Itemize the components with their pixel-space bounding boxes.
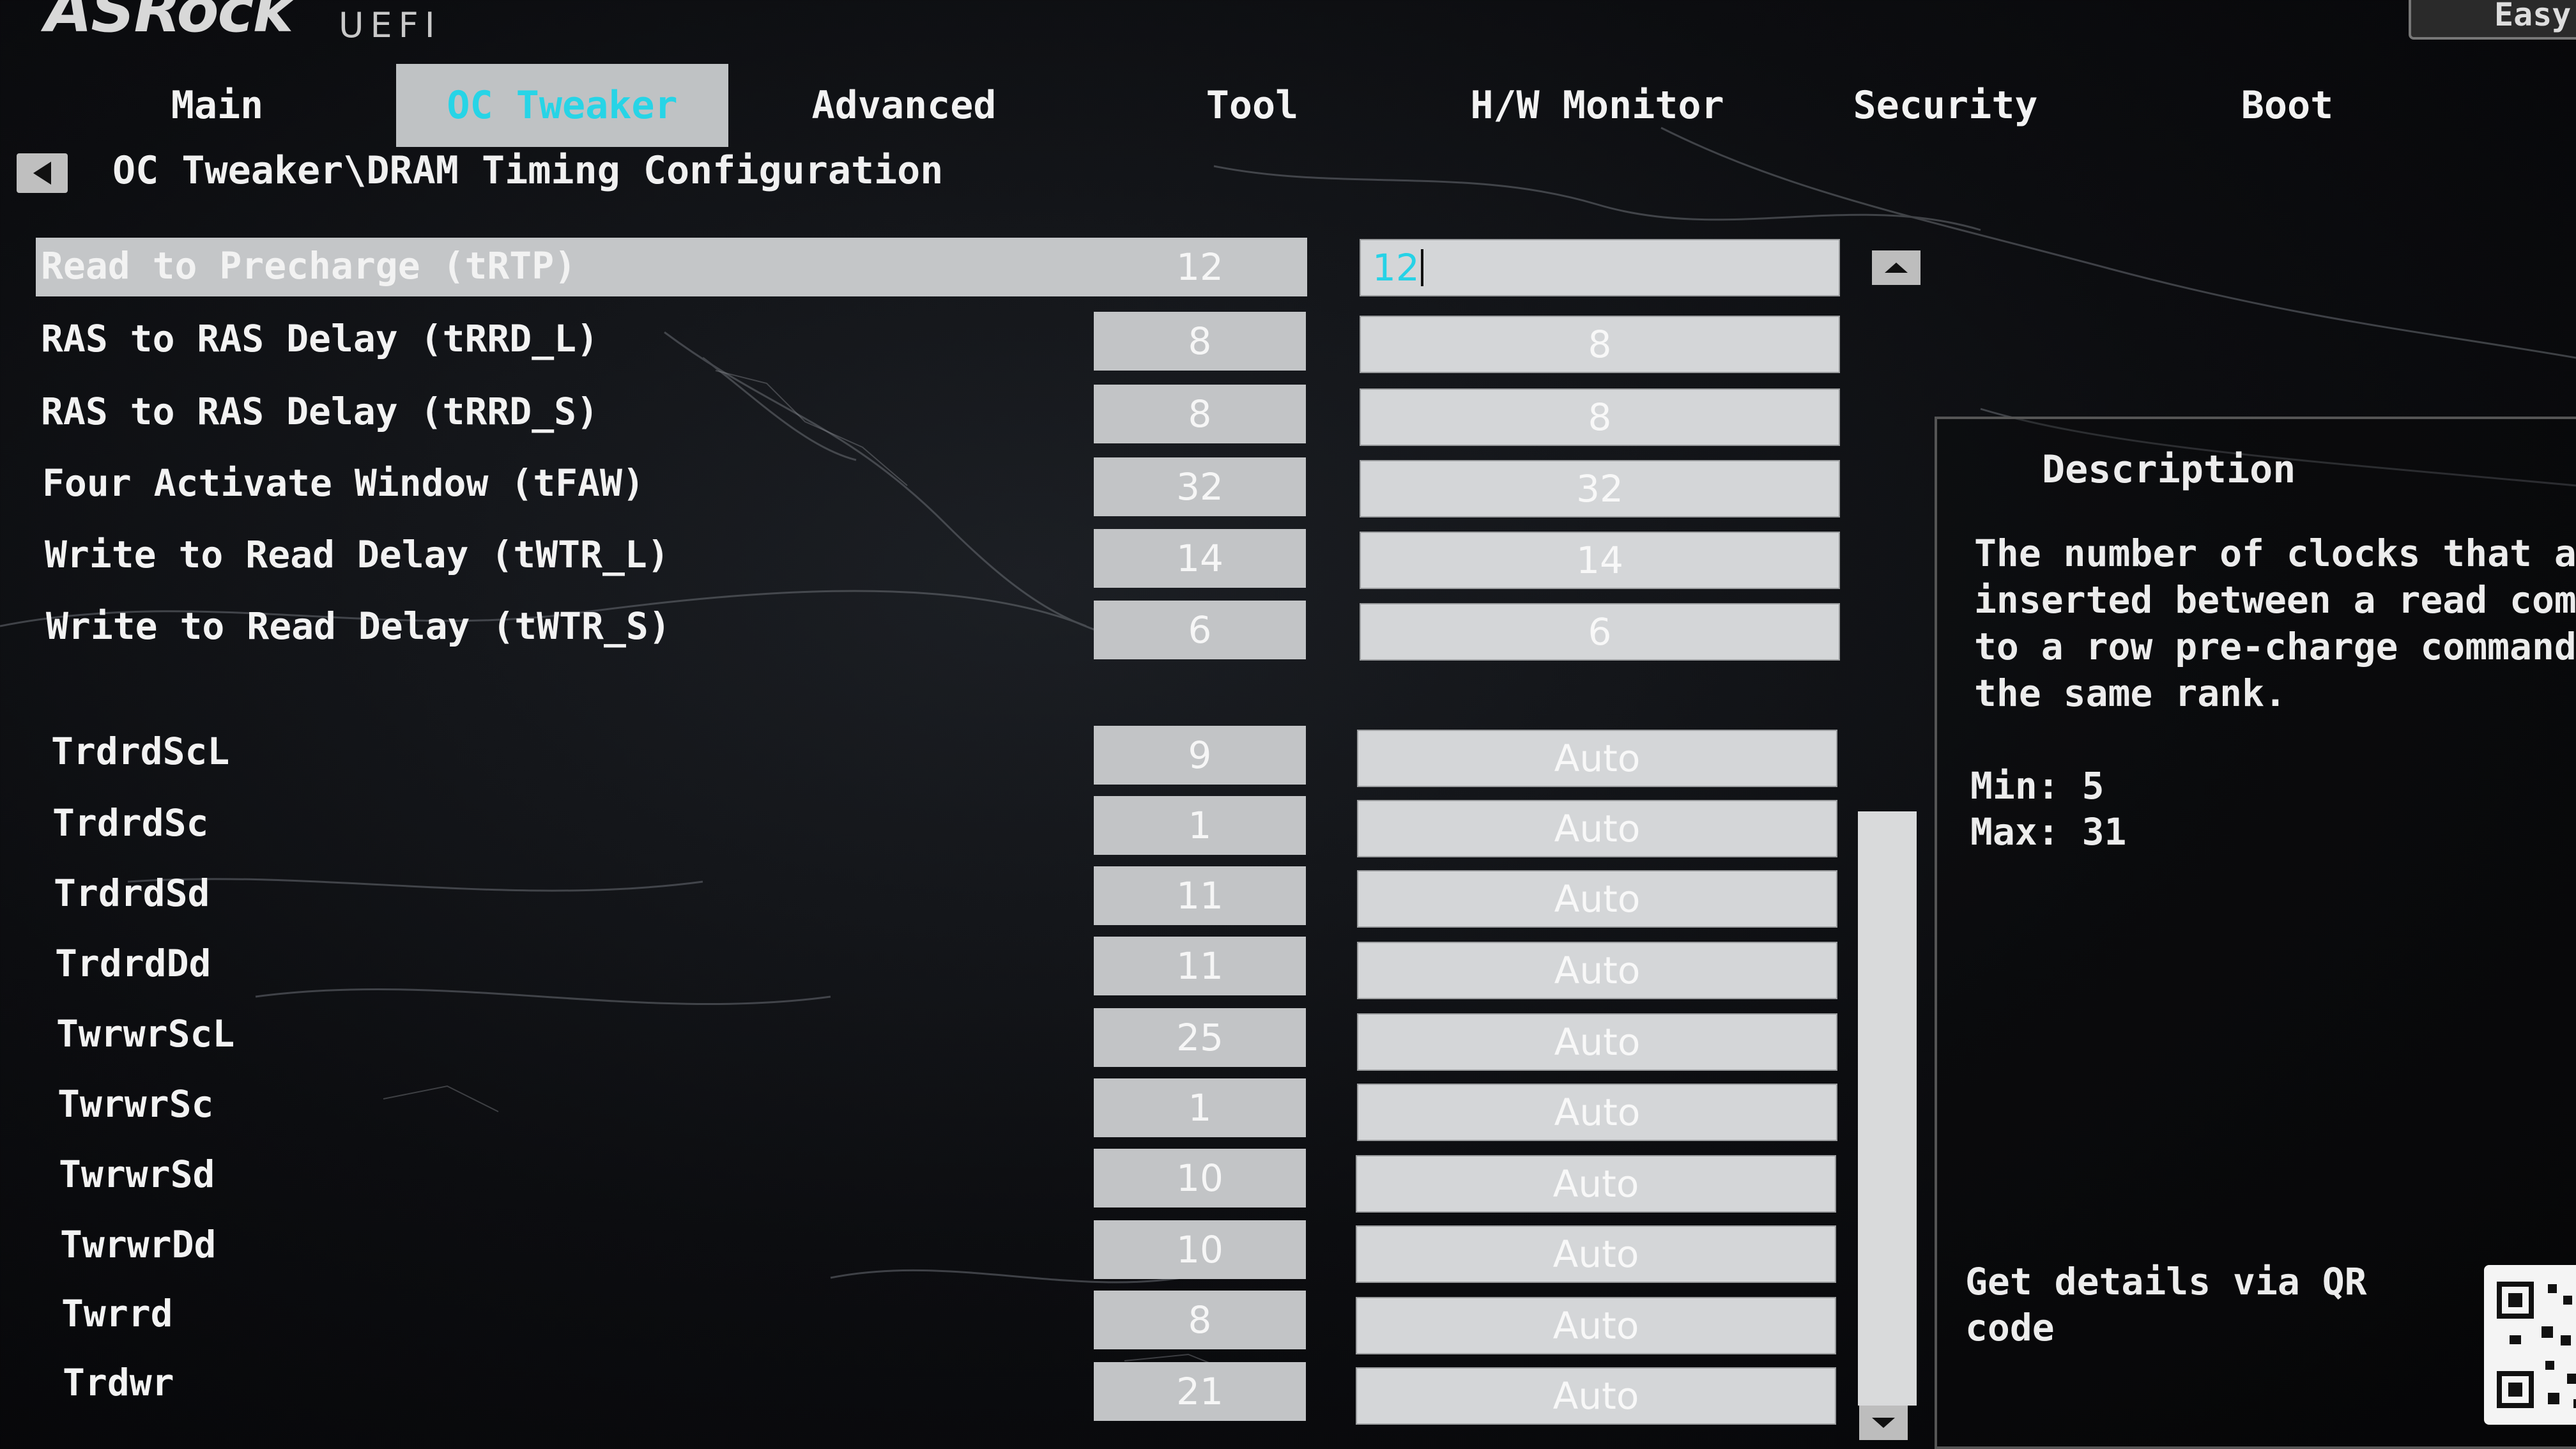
current-value-trdwr: 21 [1094, 1362, 1306, 1421]
arrow-up-icon [1885, 263, 1908, 273]
setting-label-twtr-l[interactable]: Write to Read Delay (tWTR_L) [45, 533, 670, 576]
current-value-twrwrsd: 10 [1094, 1149, 1306, 1208]
setting-label-tfaw[interactable]: Four Activate Window (tFAW) [42, 461, 645, 505]
text-cursor [1420, 249, 1423, 286]
setting-field-trdwr[interactable]: Auto [1356, 1367, 1836, 1425]
current-value-trrd-s: 8 [1094, 385, 1306, 443]
uefi-label: UEFI [339, 5, 441, 45]
back-button[interactable] [17, 153, 68, 193]
current-value-trrd-l: 8 [1094, 312, 1306, 371]
setting-field-trrd-l[interactable]: 8 [1360, 316, 1840, 373]
setting-field-trdrddd[interactable]: Auto [1357, 942, 1837, 999]
setting-field-trrd-s[interactable]: 8 [1360, 388, 1840, 446]
setting-field-twrwrsd[interactable]: Auto [1356, 1155, 1836, 1213]
qr-code-icon [2484, 1265, 2576, 1425]
tab-advanced[interactable]: Advanced [792, 64, 1016, 147]
setting-label-trrd-s[interactable]: RAS to RAS Delay (tRRD_S) [41, 390, 599, 433]
setting-label-twrwrsd[interactable]: TwrwrSd [59, 1153, 215, 1196]
current-value-twtr-l: 14 [1094, 529, 1306, 588]
setting-field-twrwrsc[interactable]: Auto [1357, 1084, 1837, 1141]
setting-label-twrwrscl[interactable]: TwrwrScL [56, 1012, 234, 1055]
setting-field-trdrdsd[interactable]: Auto [1357, 870, 1837, 928]
setting-field-trtp-value: 12 [1372, 246, 1420, 289]
description-title: Description [2042, 447, 2296, 492]
setting-field-twrwrscl[interactable]: Auto [1357, 1013, 1837, 1071]
setting-label-trdrdsd[interactable]: TrdrdSd [54, 871, 210, 915]
qr-code-graphic [2497, 1282, 2576, 1408]
current-value-trtp: 12 [1176, 245, 1223, 289]
current-value-twtr-s: 6 [1094, 601, 1306, 659]
setting-label-twrrd[interactable]: Twrrd [61, 1292, 173, 1335]
tab-security[interactable]: Security [1840, 64, 2051, 147]
current-value-trdrdsc: 1 [1094, 796, 1306, 855]
setting-field-twtr-s[interactable]: 6 [1360, 603, 1840, 661]
setting-field-tfaw[interactable]: 32 [1360, 460, 1840, 518]
current-value-trdrddd: 11 [1094, 937, 1306, 995]
current-value-twrwrsc: 1 [1094, 1078, 1306, 1137]
description-min: Min: 5 [1970, 764, 2104, 808]
tab-main[interactable]: Main [141, 64, 294, 147]
current-value-twrrd: 8 [1094, 1291, 1306, 1349]
current-value-trdrdsd: 11 [1094, 866, 1306, 925]
asrock-logo: ASRock [45, 0, 293, 46]
qr-details-text: Get details via QR code [1965, 1260, 2367, 1349]
setting-label-twrwrsc[interactable]: TwrwrSc [57, 1082, 213, 1126]
tab-hw-monitor[interactable]: H/W Monitor [1457, 64, 1738, 147]
current-value-tfaw: 32 [1094, 457, 1306, 516]
arrow-down-icon [1872, 1418, 1895, 1428]
current-value-twrwrdd: 10 [1094, 1220, 1306, 1279]
current-value-trdrdscl: 9 [1094, 726, 1306, 785]
setting-label-twrwrdd[interactable]: TwrwrDd [60, 1223, 216, 1266]
setting-field-twrwrdd[interactable]: Auto [1356, 1225, 1836, 1283]
setting-field-twtr-l[interactable]: 14 [1360, 532, 1840, 589]
setting-label-trdwr[interactable]: Trdwr [63, 1361, 174, 1404]
setting-field-trdrdsc[interactable]: Auto [1357, 800, 1837, 857]
setting-label-trdrdscl[interactable]: TrdrdScL [51, 730, 229, 773]
tab-boot[interactable]: Boot [2223, 64, 2351, 147]
setting-field-trdrdscl[interactable]: Auto [1357, 730, 1837, 787]
setting-label-trtp[interactable]: Read to Precharge (tRTP) [41, 244, 576, 288]
setting-field-twrrd[interactable]: Auto [1356, 1297, 1836, 1354]
tab-oc-tweaker[interactable]: OC Tweaker [396, 64, 728, 147]
setting-label-trdrdsc[interactable]: TrdrdSc [52, 801, 208, 845]
scroll-down-button[interactable] [1859, 1406, 1908, 1440]
setting-label-twtr-s[interactable]: Write to Read Delay (tWTR_S) [46, 604, 671, 648]
setting-label-trrd-l[interactable]: RAS to RAS Delay (tRRD_L) [41, 317, 599, 360]
description-text: The number of clocks that a inserted bet… [1974, 532, 2576, 715]
back-arrow-icon [33, 162, 51, 185]
scrollbar-thumb[interactable] [1858, 811, 1917, 1406]
current-value-twrwrscl: 25 [1094, 1008, 1306, 1067]
scroll-up-button[interactable] [1872, 250, 1920, 285]
setting-field-trtp[interactable]: 12 [1360, 239, 1840, 296]
setting-label-trdrddd[interactable]: TrdrdDd [55, 942, 211, 985]
easy-mode-button[interactable]: Easy [2409, 0, 2576, 40]
description-max: Max: 31 [1970, 810, 2127, 854]
tab-tool[interactable]: Tool [1188, 64, 1316, 147]
breadcrumb: OC Tweaker\DRAM Timing Configuration [112, 148, 944, 193]
